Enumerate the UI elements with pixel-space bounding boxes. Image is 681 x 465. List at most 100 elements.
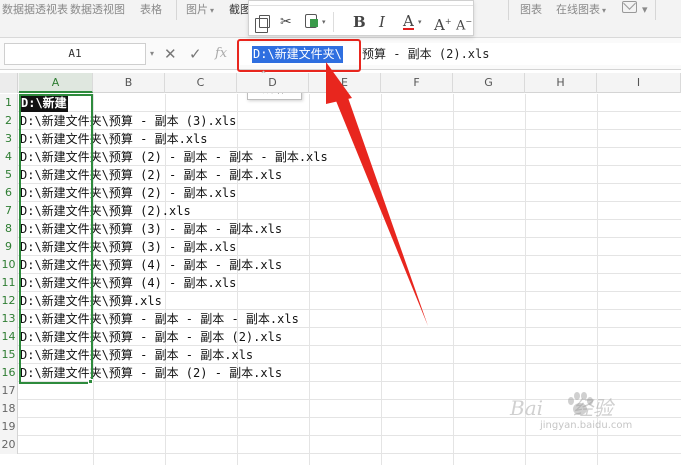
cell[interactable]: D:\新建文件夹\预算 (2) - 副本.xls: [20, 184, 236, 202]
ribbon-chart[interactable]: 图表: [520, 1, 542, 17]
bold-button[interactable]: B: [353, 14, 366, 30]
mail-icon[interactable]: [622, 1, 637, 13]
ribbon-pivot-table[interactable]: 数据据透视表: [2, 1, 68, 17]
table-row: 8 D:\新建文件夹\预算 (3) - 副本 - 副本.xls: [0, 220, 681, 238]
column-header-h[interactable]: H: [525, 73, 597, 93]
cell[interactable]: D:\新建文件夹\预算 (2) - 副本 - 副本 - 副本.xls: [20, 148, 328, 166]
row-header[interactable]: 5: [0, 166, 18, 184]
table-row: 15 D:\新建文件夹\预算 - 副本 - 副本.xls: [0, 346, 681, 364]
cell[interactable]: D:\新建文件夹\预算 (4) - 副本 - 副本.xls: [20, 256, 282, 274]
increase-font-button[interactable]: A+: [434, 14, 452, 33]
row-header[interactable]: 7: [0, 202, 18, 220]
row-header[interactable]: 6: [0, 184, 18, 202]
column-header-c[interactable]: C: [165, 73, 237, 93]
ribbon-divider: [655, 0, 656, 20]
cell[interactable]: D:\新建: [20, 94, 68, 112]
row-header[interactable]: 8: [0, 220, 18, 238]
decrease-font-button[interactable]: A−: [456, 14, 472, 34]
column-header-d[interactable]: D: [237, 73, 309, 93]
column-header-i[interactable]: I: [597, 73, 681, 93]
row-header[interactable]: 11: [0, 274, 18, 292]
chevron-down-icon[interactable]: ▾: [418, 18, 422, 26]
table-row: 5 D:\新建文件夹\预算 (2) - 副本 - 副本.xls: [0, 166, 681, 184]
row-header[interactable]: 17: [0, 382, 18, 400]
table-row: 7 D:\新建文件夹\预算 (2).xls: [0, 202, 681, 220]
table-row: 9 D:\新建文件夹\预算 (3) - 副本.xls: [0, 238, 681, 256]
cell[interactable]: D:\新建文件夹\预算 - 副本.xls: [20, 130, 207, 148]
cell[interactable]: D:\新建文件夹\预算 - 副本 - 副本.xls: [20, 346, 253, 364]
chevron-down-icon: ▾: [210, 6, 215, 15]
table-row: 13 D:\新建文件夹\预算 - 副本 - 副本 - 副本.xls: [0, 310, 681, 328]
row-header[interactable]: 15: [0, 346, 18, 364]
table-row: 1 D:\新建: [0, 94, 681, 112]
row-header[interactable]: 2: [0, 112, 18, 130]
row-header[interactable]: 14: [0, 328, 18, 346]
row-header[interactable]: 19: [0, 418, 18, 436]
row-header[interactable]: 9: [0, 238, 18, 256]
cell[interactable]: D:\新建文件夹\预算 - 副本 (3).xls: [20, 112, 236, 130]
ribbon-pivot-chart[interactable]: 数据透视图: [70, 1, 125, 17]
ribbon-divider: [508, 0, 509, 20]
watermark-logo: Bai 经验: [510, 396, 614, 420]
formula-remaining-text: 预算 - 副本 (2).xls: [362, 47, 490, 61]
ribbon-picture[interactable]: 图片 ▾: [186, 1, 214, 17]
column-header-b[interactable]: B: [93, 73, 165, 93]
column-headers: A B C D E F G H I: [0, 73, 681, 93]
font-color-button[interactable]: A: [403, 14, 414, 30]
chevron-down-icon[interactable]: ▾: [642, 3, 648, 16]
cell[interactable]: D:\新建文件夹\预算 - 副本 - 副本 - 副本.xls: [20, 310, 299, 328]
chevron-down-icon[interactable]: ▾: [322, 18, 326, 26]
ribbon-divider: [176, 0, 177, 20]
cell[interactable]: D:\新建文件夹\预算.xls: [20, 292, 162, 310]
ribbon-online-chart[interactable]: 在线图表 ▾: [556, 1, 606, 17]
column-header-a[interactable]: A: [19, 73, 93, 93]
font-selector-strip[interactable]: [249, 1, 473, 6]
column-header-g[interactable]: G: [453, 73, 525, 93]
row-header[interactable]: 16: [0, 364, 18, 382]
cell[interactable]: D:\新建文件夹\预算 (2).xls: [20, 202, 191, 220]
table-row: 6 D:\新建文件夹\预算 (2) - 副本.xls: [0, 184, 681, 202]
cell[interactable]: D:\新建文件夹\预算 (2) - 副本 - 副本.xls: [20, 166, 282, 184]
row-header[interactable]: 13: [0, 310, 18, 328]
table-row: 11 D:\新建文件夹\预算 (4) - 副本.xls: [0, 274, 681, 292]
select-all-corner[interactable]: [0, 73, 18, 93]
paste-icon[interactable]: [305, 14, 318, 28]
table-row: 14 D:\新建文件夹\预算 - 副本 - 副本 (2).xls: [0, 328, 681, 346]
table-row: 4 D:\新建文件夹\预算 (2) - 副本 - 副本 - 副本.xls: [0, 148, 681, 166]
table-row: 20: [0, 436, 681, 454]
paw-icon: [568, 392, 593, 415]
cancel-icon[interactable]: ✕: [164, 45, 177, 63]
row-header[interactable]: 4: [0, 148, 18, 166]
copy-icon[interactable]: [255, 15, 270, 33]
fill-handle[interactable]: [88, 379, 93, 384]
confirm-icon[interactable]: ✓: [189, 45, 202, 63]
cell[interactable]: D:\新建文件夹\预算 (3) - 副本.xls: [20, 238, 236, 256]
annotation-highlight-box: [237, 39, 361, 72]
row-header[interactable]: 1: [0, 94, 18, 112]
cell[interactable]: D:\新建文件夹\预算 (3) - 副本 - 副本.xls: [20, 220, 282, 238]
ribbon-table[interactable]: 表格: [140, 1, 162, 17]
watermark-url: jingyan.baidu.com: [540, 420, 633, 431]
column-header-f[interactable]: F: [381, 73, 453, 93]
format-mini-toolbar: ✂ ▾ B I A ▾ A+ A−: [248, 0, 474, 36]
chevron-down-icon[interactable]: ▾: [150, 49, 154, 58]
cell[interactable]: D:\新建文件夹\预算 (4) - 副本.xls: [20, 274, 236, 292]
table-row: 16 D:\新建文件夹\预算 - 副本 (2) - 副本.xls: [0, 364, 681, 382]
row-header[interactable]: 10: [0, 256, 18, 274]
row-header[interactable]: 12: [0, 292, 18, 310]
row-header[interactable]: 3: [0, 130, 18, 148]
scissors-icon[interactable]: ✂: [280, 14, 292, 30]
table-row: 10 D:\新建文件夹\预算 (4) - 副本 - 副本.xls: [0, 256, 681, 274]
table-row: 2 D:\新建文件夹\预算 - 副本 (3).xls: [0, 112, 681, 130]
row-header[interactable]: 18: [0, 400, 18, 418]
table-row: 3 D:\新建文件夹\预算 - 副本.xls: [0, 130, 681, 148]
cell[interactable]: D:\新建文件夹\预算 - 副本 - 副本 (2).xls: [20, 328, 282, 346]
column-header-e[interactable]: E: [309, 73, 381, 93]
chevron-down-icon: ▾: [602, 6, 607, 15]
italic-button[interactable]: I: [379, 14, 385, 30]
row-header[interactable]: 20: [0, 436, 18, 454]
cell[interactable]: D:\新建文件夹\预算 - 副本 (2) - 副本.xls: [20, 364, 282, 382]
name-box[interactable]: A1: [4, 43, 146, 65]
insert-function-icon[interactable]: fx: [215, 45, 227, 63]
table-row: 12 D:\新建文件夹\预算.xls: [0, 292, 681, 310]
